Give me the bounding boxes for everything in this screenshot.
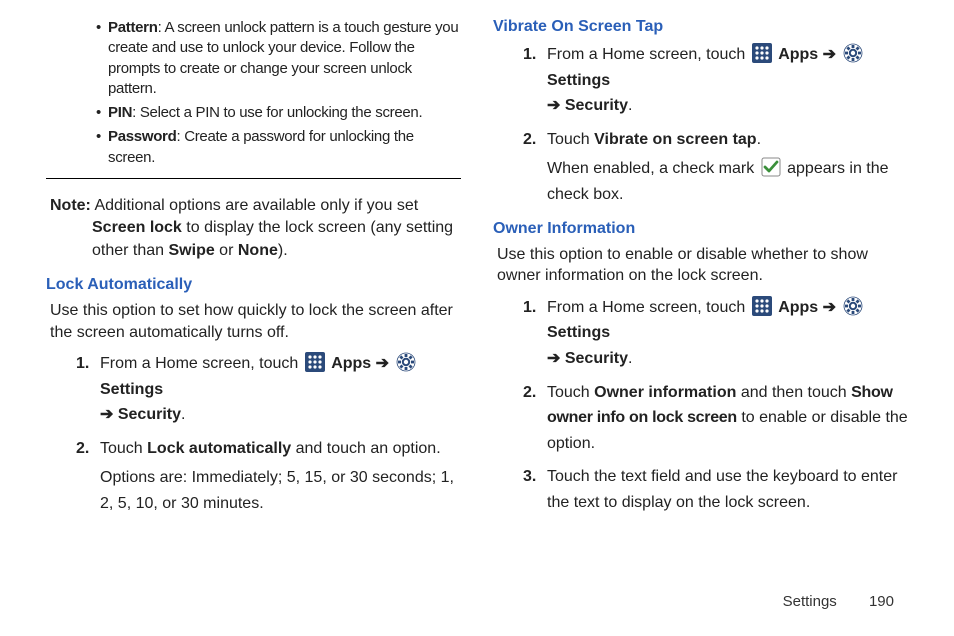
step-bold: Lock automatically (147, 440, 291, 457)
step-text: and then touch (736, 384, 851, 401)
step-item: From a Home screen, touch Apps ➔ Setting… (76, 351, 461, 428)
apps-icon (752, 296, 772, 316)
section-heading-owner: Owner Information (493, 220, 908, 238)
settings-icon (843, 296, 863, 316)
left-column: Pattern: A screen unlock pattern is a to… (46, 18, 461, 525)
apps-label: Apps (778, 46, 818, 63)
step-text: From a Home screen, touch (547, 46, 750, 63)
step-text: and touch an option. (291, 440, 440, 457)
step-text: From a Home screen, touch (100, 355, 303, 372)
step-text: Touch (547, 131, 594, 148)
note-bold: None (238, 242, 278, 259)
list-item: Pattern: A screen unlock pattern is a to… (96, 18, 461, 99)
step-item: Touch Owner information and then touch S… (523, 380, 908, 457)
step-sub: When enabled, a check mark appears in th… (547, 156, 908, 207)
section-heading-vibrate: Vibrate On Screen Tap (493, 18, 908, 36)
step-text: Touch the text field and use the keyboar… (547, 468, 897, 511)
section-heading-lock-auto: Lock Automatically (46, 276, 461, 294)
apps-icon (305, 352, 325, 372)
settings-icon (843, 43, 863, 63)
arrow-icon: ➔ (818, 299, 840, 316)
arrow-icon: ➔ (547, 97, 565, 114)
page-footer: Settings 190 (783, 593, 894, 610)
apps-label: Apps (778, 299, 818, 316)
settings-icon (396, 352, 416, 372)
footer-page-number: 190 (869, 593, 894, 610)
step-text: From a Home screen, touch (547, 299, 750, 316)
arrow-icon: ➔ (100, 406, 118, 423)
step-item: From a Home screen, touch Apps ➔ Setting… (523, 295, 908, 372)
right-column: Vibrate On Screen Tap From a Home screen… (493, 18, 908, 525)
desc: : Select a PIN to use for unlocking the … (132, 104, 422, 121)
list-item: Password: Create a password for unlockin… (96, 127, 461, 168)
term: Pattern (108, 19, 158, 36)
apps-label: Apps (331, 355, 371, 372)
step-item: Touch the text field and use the keyboar… (523, 464, 908, 515)
note-bold: Screen lock (92, 219, 182, 236)
note-bold: Swipe (169, 242, 215, 259)
step-item: Touch Vibrate on screen tap. When enable… (523, 127, 908, 208)
settings-label: Settings (547, 324, 610, 341)
step-text: . (757, 131, 761, 148)
settings-label: Settings (100, 381, 163, 398)
steps-lock-auto: From a Home screen, touch Apps ➔ Setting… (46, 351, 461, 517)
term: Password (108, 128, 176, 145)
period: . (628, 97, 632, 114)
apps-icon (752, 43, 772, 63)
note-text: or (215, 242, 238, 259)
settings-label: Settings (547, 72, 610, 89)
arrow-icon: ➔ (371, 355, 393, 372)
security-label: Security (565, 97, 628, 114)
note-text: ). (278, 242, 288, 259)
note-text: Additional options are available only if… (94, 197, 418, 214)
period: . (628, 350, 632, 367)
note-label: Note: (50, 197, 91, 214)
page-content: Pattern: A screen unlock pattern is a to… (0, 0, 954, 525)
arrow-icon: ➔ (818, 46, 840, 63)
arrow-icon: ➔ (547, 350, 565, 367)
steps-vibrate: From a Home screen, touch Apps ➔ Setting… (493, 42, 908, 208)
step-bold: Owner information (594, 384, 736, 401)
steps-owner: From a Home screen, touch Apps ➔ Setting… (493, 295, 908, 516)
security-label: Security (565, 350, 628, 367)
checkmark-icon (761, 157, 781, 177)
step-text: Touch (100, 440, 147, 457)
note-block: Note: Additional options are available o… (46, 195, 461, 262)
step-item: From a Home screen, touch Apps ➔ Setting… (523, 42, 908, 119)
divider (46, 178, 461, 179)
step-sub: Options are: Immediately; 5, 15, or 30 s… (100, 465, 461, 516)
step-item: Touch Lock automatically and touch an op… (76, 436, 461, 517)
sub-text: When enabled, a check mark (547, 160, 759, 177)
footer-section: Settings (783, 593, 837, 610)
term: PIN (108, 104, 132, 121)
unlock-options-list: Pattern: A screen unlock pattern is a to… (46, 18, 461, 168)
step-text: Touch (547, 384, 594, 401)
list-item: PIN: Select a PIN to use for unlocking t… (96, 103, 461, 123)
security-label: Security (118, 406, 181, 423)
period: . (181, 406, 185, 423)
section-intro: Use this option to enable or disable whe… (497, 244, 908, 287)
desc: : A screen unlock pattern is a touch ges… (108, 19, 458, 97)
section-intro: Use this option to set how quickly to lo… (50, 300, 461, 343)
step-bold: Vibrate on screen tap (594, 131, 756, 148)
